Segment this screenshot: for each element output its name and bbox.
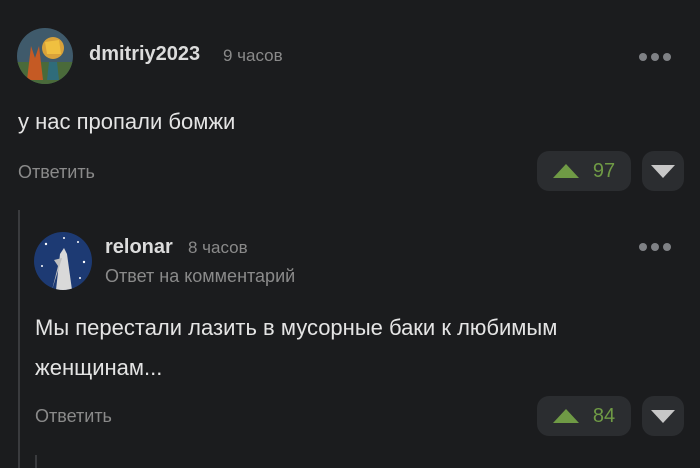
upvote-arrow-icon	[552, 409, 579, 423]
vote-count: 84	[592, 404, 616, 427]
vote-count: 97	[592, 159, 616, 182]
comment-text: у нас пропали бомжи	[18, 109, 236, 134]
reply-button[interactable]: Ответить	[18, 162, 95, 183]
avatar-relonar[interactable]	[34, 232, 92, 290]
upvote-arrow-icon	[552, 164, 579, 178]
comment-text-line1: Мы перестали лазить в мусорные баки к лю…	[35, 315, 558, 340]
reply-button[interactable]: Ответить	[35, 406, 112, 427]
comment-username[interactable]: dmitriy2023	[89, 43, 200, 66]
comment-time: 8 часов	[188, 238, 248, 257]
downvote-arrow-icon	[651, 164, 675, 178]
more-dots-icon[interactable]	[639, 53, 671, 61]
more-dots-icon[interactable]	[639, 243, 671, 251]
upvote-button[interactable]: 97	[537, 151, 631, 191]
thread-line[interactable]	[18, 210, 20, 468]
upvote-button[interactable]: 84	[537, 396, 631, 436]
downvote-button[interactable]	[642, 396, 684, 436]
reply-to-label[interactable]: Ответ на комментарий	[105, 266, 295, 287]
downvote-button[interactable]	[642, 151, 684, 191]
comment-text-line2: женщинам...	[35, 355, 163, 380]
thread-line[interactable]	[35, 455, 37, 468]
avatar-dmitriy2023[interactable]	[17, 28, 73, 84]
comment-username[interactable]: relonar	[105, 236, 173, 259]
comment-time: 9 часов	[223, 46, 283, 65]
downvote-arrow-icon	[651, 409, 675, 423]
